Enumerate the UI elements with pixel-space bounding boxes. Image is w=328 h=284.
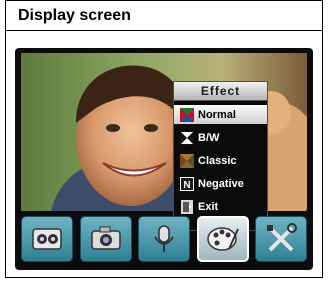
camera-lcd-screen: Effect Normal B/W Classic N Negative Exi… (15, 48, 313, 270)
exit-icon (181, 199, 193, 214)
header-bar: Display screen (6, 1, 322, 31)
menu-item-bw[interactable]: B/W (174, 128, 267, 147)
setup-mode-button[interactable] (255, 216, 307, 262)
menu-item-classic[interactable]: Classic (174, 151, 267, 170)
video-camera-icon (32, 228, 62, 250)
effect-menu-header: Effect (174, 82, 267, 101)
page-frame: Display screen Effect Normal B/W Classic… (5, 0, 323, 278)
menu-item-label: Exit (198, 200, 219, 213)
audio-mode-button[interactable] (138, 216, 190, 262)
menu-item-label: Negative (198, 177, 244, 190)
effect-mode-button[interactable] (196, 216, 249, 262)
photo-mode-button[interactable] (79, 216, 132, 262)
photo-camera-icon (90, 226, 121, 250)
microphone-icon (154, 225, 174, 252)
page-title: Display screen (18, 6, 131, 24)
classic-effect-icon (180, 153, 194, 168)
negative-effect-icon: N (180, 176, 194, 191)
menu-item-negative[interactable]: N Negative (174, 174, 267, 193)
svg-text:N: N (183, 180, 190, 191)
menu-item-label: Classic (198, 154, 237, 167)
menu-item-normal[interactable]: Normal (174, 105, 267, 124)
effect-menu-title: Effect (200, 84, 241, 98)
normal-effect-icon (180, 107, 194, 122)
effect-menu: Effect Normal B/W Classic N Negative Exi… (173, 81, 268, 231)
palette-icon (206, 227, 239, 251)
mode-toolbar (21, 214, 307, 264)
menu-item-label: B/W (198, 131, 220, 144)
menu-item-label: Normal (198, 108, 236, 121)
tools-icon (267, 223, 297, 252)
video-mode-button[interactable] (21, 216, 73, 262)
bw-effect-icon (180, 130, 194, 145)
